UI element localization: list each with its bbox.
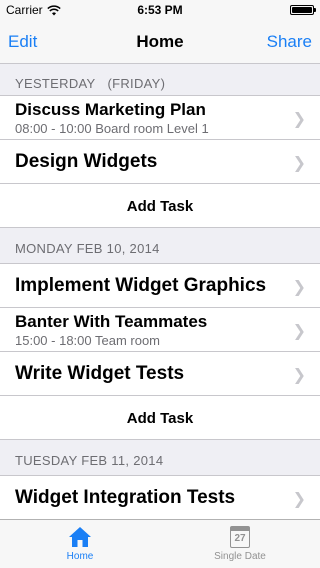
add-task-label: Add Task [126, 410, 194, 427]
home-icon [69, 527, 91, 547]
edit-button[interactable]: Edit [8, 32, 37, 52]
chevron-right-icon: ❯ [292, 366, 306, 384]
tab-single-date[interactable]: 27 Single Date [160, 520, 320, 568]
status-time: 6:53 PM [137, 3, 183, 17]
battery-icon [290, 5, 316, 15]
task-row[interactable]: Implement Widget Graphics ❯ [0, 264, 320, 308]
task-row[interactable]: Write Widget Tests ❯ [0, 352, 320, 396]
task-row[interactable]: Banter With Teammates 15:00 - 18:00 Team… [0, 308, 320, 352]
section-header: TUESDAY FEB 11, 2014 [0, 440, 320, 476]
chevron-right-icon: ❯ [292, 154, 306, 172]
status-bar: Carrier 6:53 PM [0, 0, 320, 20]
task-subtitle: 15:00 - 18:00 Team room [15, 332, 161, 348]
calendar-icon-day: 27 [234, 533, 246, 544]
chevron-right-icon: ❯ [292, 278, 306, 296]
task-row[interactable]: Design Widgets ❯ [0, 140, 320, 184]
task-title: Discuss Marketing Plan [15, 99, 206, 119]
task-title: Write Widget Tests [15, 362, 185, 384]
task-title: Implement Widget Graphics [15, 274, 267, 296]
chevron-right-icon: ❯ [292, 110, 306, 128]
chevron-right-icon: ❯ [292, 490, 306, 508]
task-title: Banter With Teammates [15, 311, 208, 331]
task-title: Widget Integration Tests [15, 486, 236, 508]
task-subtitle: 08:00 - 10:00 Board room Level 1 [15, 120, 209, 136]
tab-home[interactable]: Home [0, 520, 160, 568]
add-task-button[interactable]: Add Task [0, 396, 320, 440]
share-button[interactable]: Share [267, 32, 312, 52]
navigation-bar: Edit Home Share [0, 20, 320, 64]
task-row[interactable]: Discuss Marketing Plan 08:00 - 10:00 Boa… [0, 96, 320, 140]
tab-bar: Home 27 Single Date [0, 519, 320, 568]
task-title: Design Widgets [15, 150, 158, 172]
add-task-button[interactable]: Add Task [0, 184, 320, 228]
tab-home-label: Home [66, 551, 94, 562]
chevron-right-icon: ❯ [292, 322, 306, 340]
section-header: YESTERDAY (FRIDAY) [0, 64, 320, 96]
calendar-icon: 27 [230, 526, 250, 548]
task-list[interactable]: YESTERDAY (FRIDAY) Discuss Marketing Plan… [0, 64, 320, 519]
task-row[interactable]: Widget Integration Tests ❯ [0, 476, 320, 519]
section-header: MONDAY FEB 10, 2014 [0, 228, 320, 264]
tab-single-date-label: Single Date [214, 551, 266, 562]
add-task-label: Add Task [126, 198, 194, 215]
